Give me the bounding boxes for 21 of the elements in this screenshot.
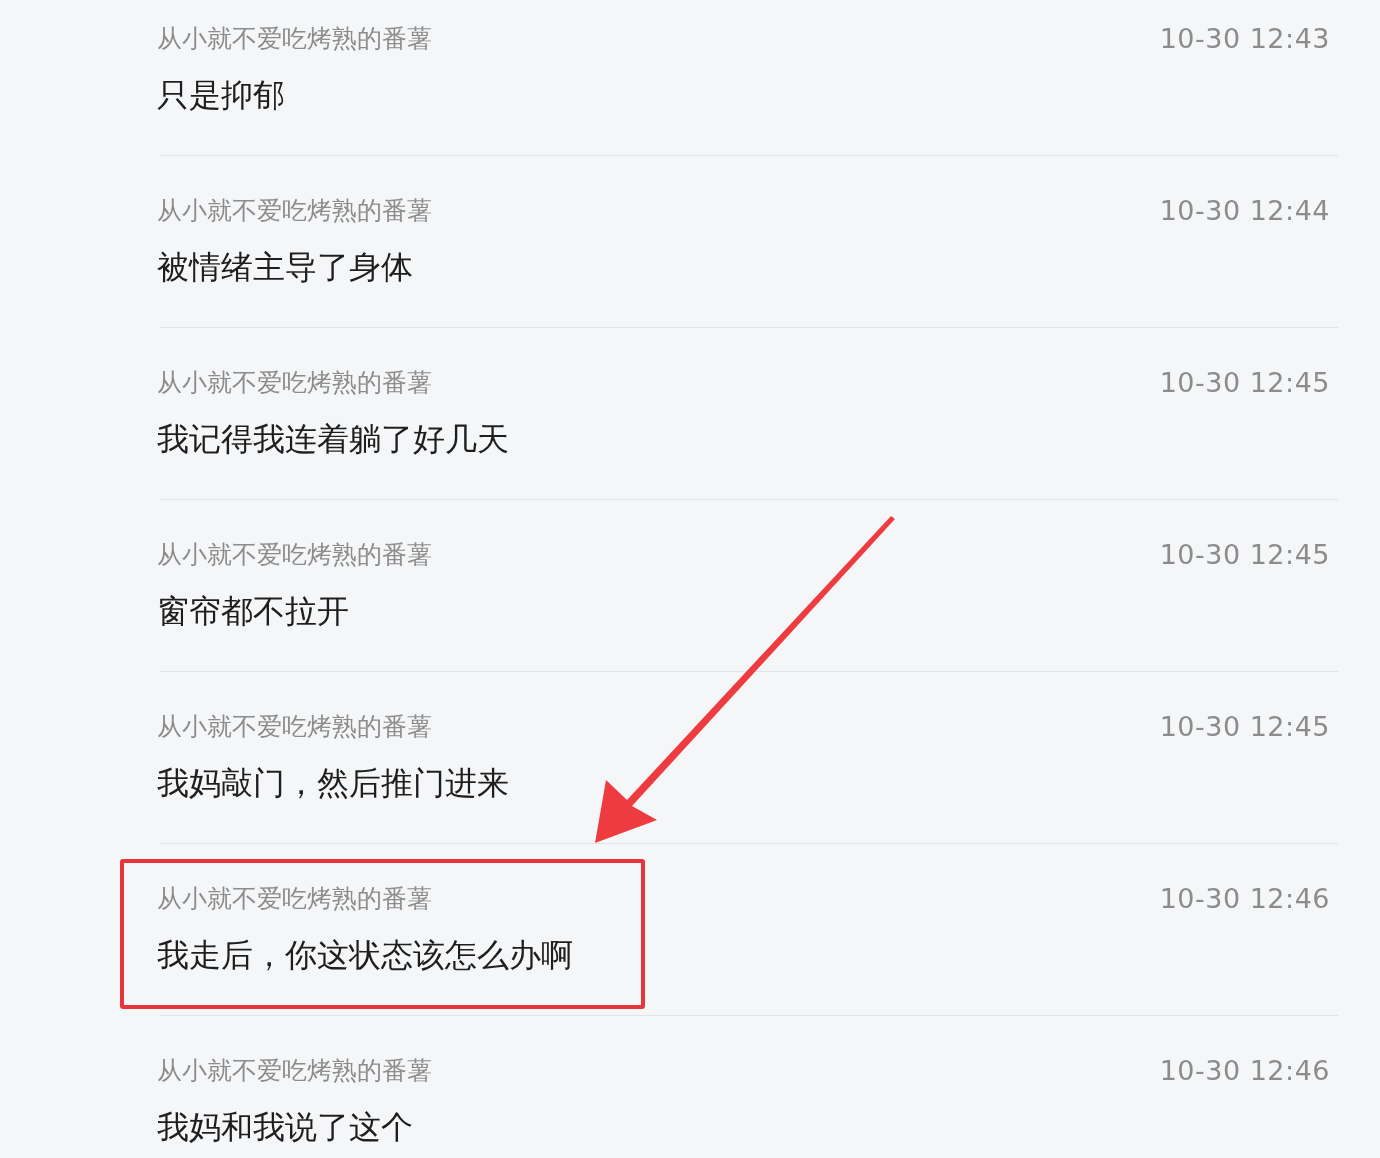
- message-time: 10-30 12:45: [1159, 710, 1330, 742]
- message-time: 10-30 12:46: [1159, 882, 1330, 914]
- sender-name: 从小就不爱吃烤熟的番薯: [157, 710, 432, 743]
- message-text: 我妈和我说了这个: [157, 1107, 414, 1148]
- message-text: 窗帘都不拉开: [157, 591, 350, 632]
- sender-name: 从小就不爱吃烤熟的番薯: [157, 538, 432, 571]
- sender-name: 从小就不爱吃烤熟的番薯: [157, 194, 432, 227]
- message-text: 我妈敲门，然后推门进来: [157, 763, 510, 804]
- message-time: 10-30 12:44: [1159, 194, 1330, 226]
- sender-name: 从小就不爱吃烤熟的番薯: [157, 882, 432, 915]
- message-text: 被情绪主导了身体: [157, 247, 414, 288]
- message-text: 只是抑郁: [157, 75, 286, 116]
- message-text: 我走后，你这状态该怎么办啊: [157, 935, 574, 976]
- sender-name: 从小就不爱吃烤熟的番薯: [157, 366, 432, 399]
- message-time: 10-30 12:45: [1159, 366, 1330, 398]
- message-text: 我记得我连着躺了好几天: [157, 419, 510, 460]
- sender-name: 从小就不爱吃烤熟的番薯: [157, 22, 432, 55]
- sender-name: 从小就不爱吃烤熟的番薯: [157, 1054, 432, 1087]
- message-time: 10-30 12:43: [1159, 22, 1330, 54]
- message-time: 10-30 12:46: [1159, 1054, 1330, 1086]
- message-time: 10-30 12:45: [1159, 538, 1330, 570]
